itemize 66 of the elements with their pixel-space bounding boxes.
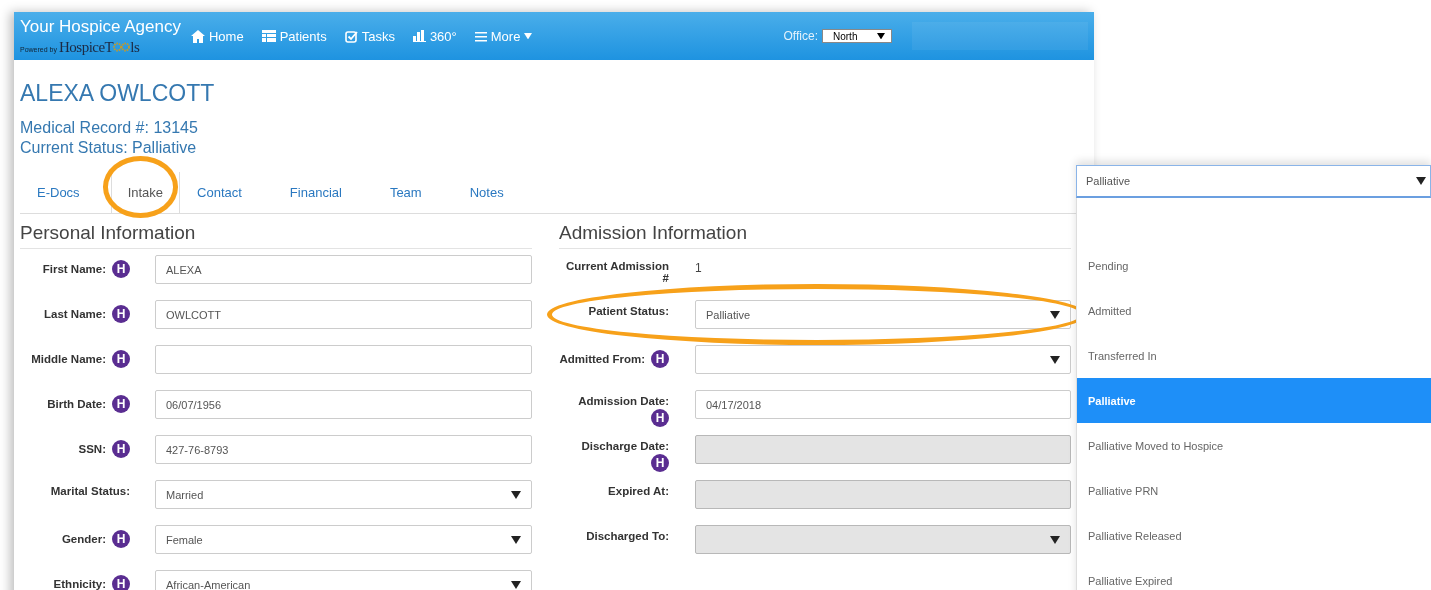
field-label: Patient Status: [588, 305, 669, 317]
field-label: Middle Name: [31, 353, 106, 365]
field-label: Ethnicity: [53, 578, 106, 590]
help-icon[interactable]: H [112, 350, 130, 368]
input-field[interactable]: ALEXA [155, 255, 532, 284]
input-field[interactable]: 04/17/2018 [695, 390, 1071, 419]
help-icon[interactable]: H [651, 409, 669, 427]
input-field[interactable]: OWLCOTT [155, 300, 532, 329]
field-label: Discharged To: [586, 530, 669, 542]
tab[interactable]: Notes [452, 172, 521, 213]
caret-icon [1050, 535, 1060, 544]
help-icon[interactable]: H [651, 350, 669, 368]
office-label: Office: [783, 29, 818, 43]
select-field[interactable]: Palliative [695, 300, 1071, 329]
field-label: Birth Date: [47, 398, 106, 410]
search-field[interactable] [912, 22, 1088, 50]
select-field[interactable]: Married [155, 480, 532, 509]
input-field[interactable]: 427-76-8793 [155, 435, 532, 464]
field-label: Admitted From: [559, 353, 645, 365]
field-label: Admission Date: [578, 395, 669, 407]
field-label: First Name: [42, 263, 106, 275]
bar-chart-icon [412, 30, 426, 42]
tab[interactable]: Team [372, 172, 439, 213]
office-select[interactable]: North [822, 29, 892, 43]
field-label: Marital Status: [50, 485, 130, 497]
help-icon[interactable]: H [112, 440, 130, 458]
help-icon[interactable]: H [112, 260, 130, 278]
input-field[interactable] [155, 345, 532, 374]
tab[interactable]: Intake [110, 172, 181, 213]
tab[interactable]: E-Docs [20, 172, 97, 213]
agency-title: Your Hospice Agency [20, 16, 181, 37]
field-label: Expired At: [608, 485, 669, 497]
current-status: Current Status: Palliative [20, 138, 198, 158]
home-icon [191, 29, 205, 43]
medical-record-number: Medical Record #: 13145 [20, 118, 199, 138]
hospicetools-logo: HospiceT ls [58, 38, 140, 56]
field-label: Gender: [61, 533, 106, 545]
field-label: Discharge Date: [581, 440, 669, 452]
table-icon [261, 30, 276, 42]
caret-icon [1050, 310, 1060, 319]
field-value: 1 [695, 260, 702, 275]
caret-icon [511, 580, 521, 589]
help-icon[interactable]: H [112, 530, 130, 548]
tab[interactable]: Contact [180, 172, 259, 213]
select-field[interactable]: African-American [155, 570, 532, 590]
caret-icon [511, 535, 521, 544]
help-icon[interactable]: H [112, 395, 130, 413]
checkbox-icon [344, 29, 358, 43]
section-title: Personal Information [20, 214, 532, 249]
field-label: Current Admission # [564, 260, 669, 284]
patient-name: ALEXA OWLCOTT [20, 80, 216, 106]
caret-icon [1416, 177, 1426, 185]
help-icon[interactable]: H [112, 575, 130, 590]
status-select[interactable]: Palliative [1076, 165, 1431, 198]
caret-icon [511, 490, 521, 499]
input-field[interactable]: 06/07/1956 [155, 390, 532, 419]
caret-icon [1050, 355, 1060, 364]
section-title: Admission Information [559, 214, 1071, 249]
field-label: Last Name: [44, 308, 106, 320]
select-field[interactable] [695, 345, 1071, 374]
select-field[interactable]: Female [155, 525, 532, 554]
caret-icon [877, 32, 885, 40]
menu-icon [474, 30, 487, 42]
tab[interactable]: Financial [272, 172, 359, 213]
help-icon[interactable]: H [112, 305, 130, 323]
field-label: SSN: [78, 443, 106, 455]
